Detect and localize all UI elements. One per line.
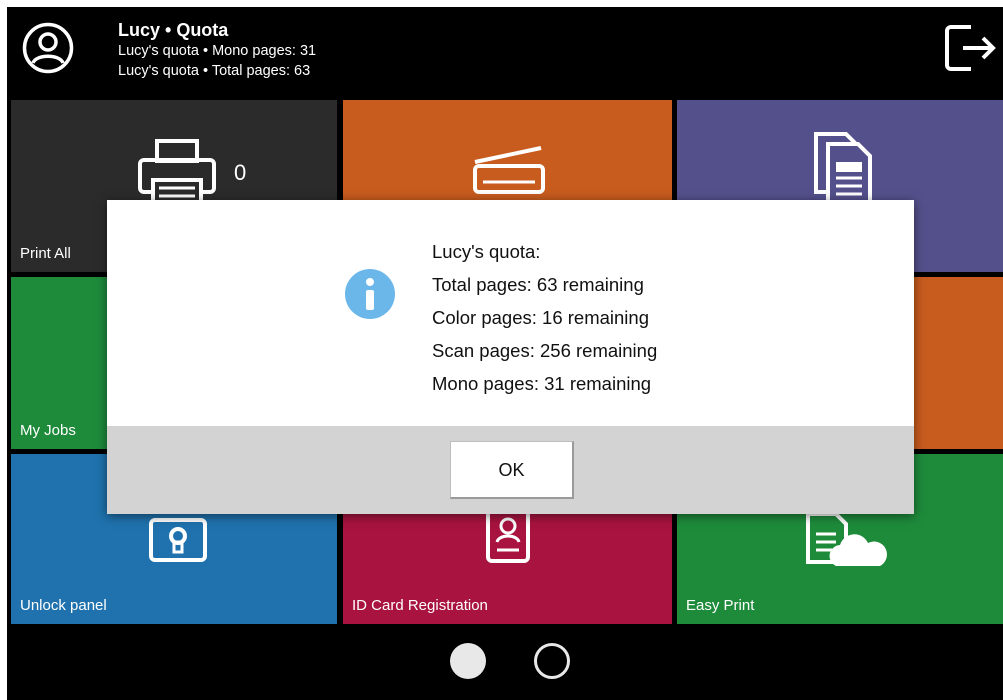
copy-document-icon: [814, 132, 872, 204]
info-icon: [345, 269, 395, 319]
tile-label-print-all: Print All: [20, 245, 71, 262]
user-avatar-icon[interactable]: [22, 22, 74, 74]
tile-label-easy-print: Easy Print: [686, 597, 755, 614]
id-card-icon: [486, 507, 530, 563]
quota-scan-pages: Scan pages: 256 remaining: [432, 340, 658, 361]
stage: Lucy • Quota Lucy's quota • Mono pages: …: [0, 0, 1003, 700]
quota-info-text: Lucy's quota: Total pages: 63 remaining …: [432, 235, 657, 400]
quota-dialog: Lucy's quota: Total pages: 63 remaining …: [107, 200, 914, 514]
quota-mono-pages: Mono pages: 31 remaining: [432, 373, 652, 394]
dialog-body: Lucy's quota: Total pages: 63 remaining …: [107, 200, 914, 426]
tile-label-id-card-registration: ID Card Registration: [352, 597, 488, 614]
user-title: Lucy • Quota: [118, 20, 229, 40]
printer-icon: [138, 139, 216, 206]
print-job-count: 0: [234, 160, 247, 185]
user-info: Lucy • Quota Lucy's quota • Mono pages: …: [118, 19, 316, 81]
tile-label-my-jobs: My Jobs: [20, 422, 76, 439]
logout-icon[interactable]: [941, 19, 999, 77]
header-bar: Lucy • Quota Lucy's quota • Mono pages: …: [7, 7, 1003, 99]
quota-heading: Lucy's quota:: [432, 241, 541, 262]
dialog-footer: OK: [107, 426, 914, 514]
tile-label-unlock-panel: Unlock panel: [20, 597, 107, 614]
quota-color-pages: Color pages: 16 remaining: [432, 307, 649, 328]
quota-line-mono: Lucy's quota • Mono pages: 31: [118, 43, 317, 59]
ok-button[interactable]: OK: [450, 441, 574, 499]
printer-panel-screen: Lucy • Quota Lucy's quota • Mono pages: …: [7, 7, 1003, 700]
page-dot-2[interactable]: [534, 643, 570, 679]
page-dot-1[interactable]: [450, 643, 486, 679]
quota-line-total: Lucy's quota • Total pages: 63: [118, 63, 311, 79]
keyhole-lock-icon: [149, 518, 207, 562]
scanner-icon: [473, 146, 545, 194]
quota-total-pages: Total pages: 63 remaining: [432, 274, 644, 295]
cloud-document-icon: [806, 512, 887, 566]
